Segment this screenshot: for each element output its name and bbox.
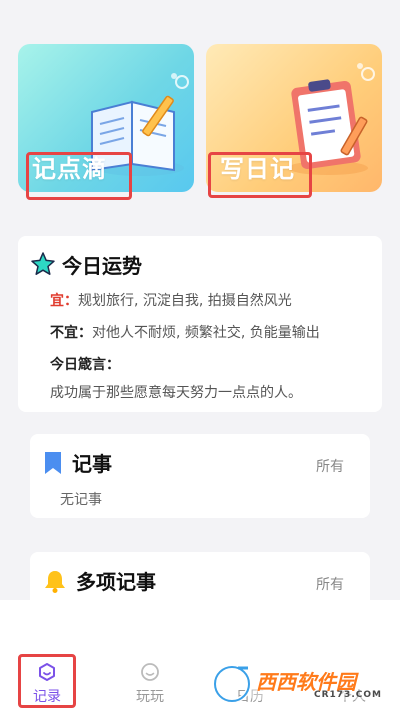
write-diary-card[interactable]: 写日记 xyxy=(206,44,382,192)
fortune-good-row: 宜：规划旅行, 沉淀自我, 拍摄自然风光 xyxy=(30,292,370,310)
site-watermark: 西西软件园 CR173.COM xyxy=(208,662,400,706)
fortune-bad-text: 对他人不耐烦, 频繁社交, 负能量输出 xyxy=(92,325,320,341)
bell-icon xyxy=(45,570,65,593)
fortune-good-text: 规划旅行, 沉淀自我, 拍摄自然风光 xyxy=(78,293,292,309)
fortune-bad-key: 不宜： xyxy=(50,325,92,341)
write-diary-label: 写日记 xyxy=(220,155,295,183)
watermark-domain: CR173.COM xyxy=(314,690,382,700)
fortune-title: 今日运势 xyxy=(62,253,142,278)
multi-notes-title: 多项记事 xyxy=(76,570,156,594)
tab-play-label: 玩玩 xyxy=(136,689,164,705)
daily-fortune-card: 今日运势 宜：规划旅行, 沉淀自我, 拍摄自然风光 不宜：对他人不耐烦, 频繁社… xyxy=(18,236,382,412)
fortune-motto-title: 今日箴言： xyxy=(50,357,120,373)
notes-all-link[interactable]: 所有 xyxy=(316,456,344,476)
fortune-bad-row: 不宜：对他人不耐烦, 频繁社交, 负能量输出 xyxy=(30,324,370,342)
tab-record-label: 记录 xyxy=(33,689,61,705)
record-moments-card[interactable]: 记点滴 xyxy=(18,44,194,192)
tab-record[interactable]: 记录 xyxy=(18,656,76,708)
tab-play[interactable]: 玩玩 xyxy=(120,656,180,708)
multi-notes-all-link[interactable]: 所有 xyxy=(316,574,344,594)
fortune-good-key: 宜： xyxy=(50,293,78,309)
fortune-motto-text: 成功属于那些愿意每天努力一点点的人。 xyxy=(50,385,302,401)
notes-card[interactable]: 记事 所有 无记事 xyxy=(30,434,370,518)
star-icon xyxy=(31,252,55,275)
feature-cards: 记点滴 写日记 xyxy=(18,44,382,192)
notes-title: 记事 xyxy=(72,452,112,476)
record-moments-label: 记点滴 xyxy=(32,155,107,183)
bookmark-icon xyxy=(45,451,61,474)
record-tab-icon xyxy=(39,663,55,681)
play-tab-icon xyxy=(141,663,159,681)
notes-empty-text: 无记事 xyxy=(60,492,102,508)
